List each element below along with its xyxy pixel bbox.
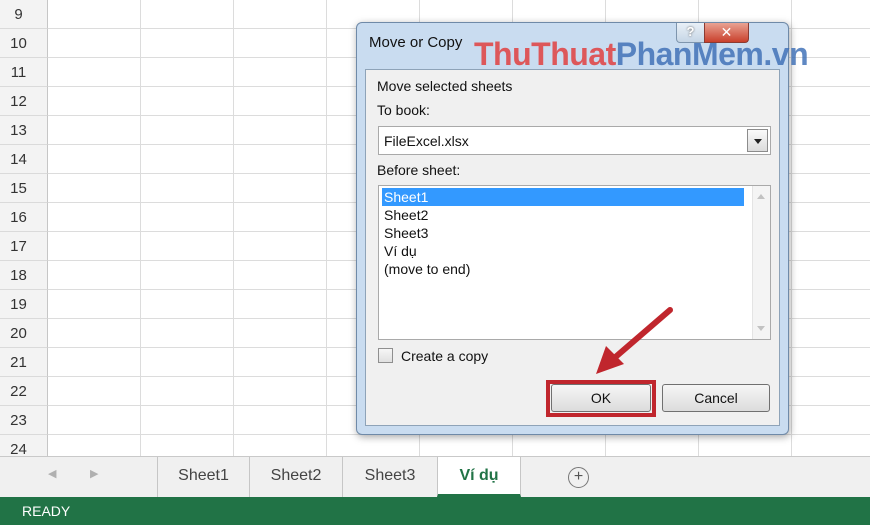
list-item-sheet3[interactable]: Sheet3 [382,224,744,242]
watermark-part1: ThuThuat [474,36,616,72]
row-header-22[interactable]: 22 [0,377,48,406]
row-header-23[interactable]: 23 [0,406,48,435]
gridline [140,0,141,456]
row-header-19[interactable]: 19 [0,290,48,319]
scroll-up-icon[interactable] [757,194,765,199]
tab-scroll-right-icon[interactable]: ▶ [90,467,98,480]
row-header-11[interactable]: 11 [0,58,48,87]
before-sheet-label: Before sheet: [377,162,461,178]
move-selected-sheets-label: Move selected sheets [377,78,513,94]
scroll-down-icon[interactable] [757,326,765,331]
to-book-value: FileExcel.xlsx [384,133,469,149]
tab-sheet2[interactable]: Sheet2 [249,457,342,497]
row-header-21[interactable]: 21 [0,348,48,377]
red-arrow-icon [596,307,673,374]
close-button[interactable]: ✕ [704,23,749,43]
tab-vi-du[interactable]: Ví dụ [437,457,521,497]
tab-sheet3[interactable]: Sheet3 [342,457,437,497]
row-header-24[interactable]: 24 [0,435,48,456]
watermark-part3: .vn [763,36,809,72]
dropdown-arrow-icon[interactable] [747,129,768,152]
to-book-label: To book: [377,102,430,118]
create-a-copy-label[interactable]: Create a copy [401,348,488,364]
help-button[interactable]: ? [676,23,705,43]
status-text: READY [22,503,71,519]
row-header-12[interactable]: 12 [0,87,48,116]
row-header-9[interactable]: 9 [0,0,48,29]
gridline [233,0,234,456]
list-item-sheet1[interactable]: Sheet1 [382,188,744,206]
status-bar: READY [0,497,870,525]
dialog-title: Move or Copy [369,34,463,51]
watermark: ThuThuatPhanMem.vn [474,36,809,73]
tab-scroll-left-icon[interactable]: ◀ [48,467,56,480]
tab-sheet1[interactable]: Sheet1 [157,457,249,497]
row-header-14[interactable]: 14 [0,145,48,174]
create-a-copy-checkbox[interactable] [378,348,393,363]
row-header-17[interactable]: 17 [0,232,48,261]
row-header-10[interactable]: 10 [0,29,48,58]
list-item-move-to-end[interactable]: (move to end) [382,260,744,278]
list-item-vi-du[interactable]: Ví dụ [382,242,744,260]
row-header-13[interactable]: 13 [0,116,48,145]
row-header-20[interactable]: 20 [0,319,48,348]
row-header-16[interactable]: 16 [0,203,48,232]
list-scrollbar[interactable] [752,186,770,339]
row-header-18[interactable]: 18 [0,261,48,290]
row-header-15[interactable]: 15 [0,174,48,203]
sheet-tab-bar: ◀ ▶ Sheet1 Sheet2 Sheet3 Ví dụ + [0,456,870,497]
move-or-copy-dialog: Move or Copy ThuThuatPhanMem.vn ? ✕ Move… [356,22,809,435]
add-sheet-icon[interactable]: + [568,467,589,488]
before-sheet-list[interactable]: Sheet1 Sheet2 Sheet3 Ví dụ (move to end) [378,185,771,340]
list-item-sheet2[interactable]: Sheet2 [382,206,744,224]
to-book-dropdown[interactable]: FileExcel.xlsx [378,126,771,155]
dialog-body: Move selected sheets To book: FileExcel.… [365,69,780,426]
gridline [326,0,327,456]
